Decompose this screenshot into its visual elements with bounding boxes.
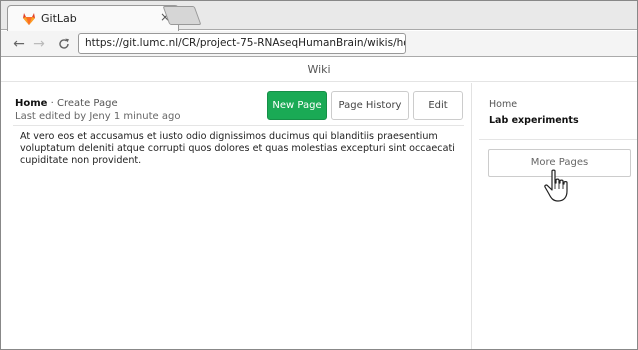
wiki-page-name: Home [15, 98, 48, 109]
sidebar-item-lab-experiments[interactable]: Lab experiments [489, 115, 579, 126]
hand-pointer-icon [544, 169, 568, 202]
create-page-link[interactable]: Create Page [57, 98, 118, 109]
heading-separator: · [47, 98, 57, 109]
tab-strip: GitLab × [1, 1, 637, 31]
url-input[interactable]: https://git.lumc.nl/CR/project-75-RNAseq… [78, 33, 406, 54]
new-page-button[interactable]: New Page [267, 91, 327, 120]
arrow-left-icon[interactable]: ← [11, 35, 27, 53]
tab-title: GitLab [41, 12, 77, 25]
wiki-sidebar: Home Lab experiments More Pages [473, 83, 637, 349]
wiki-main-content: Home · Create Page Last edited by Jeny 1… [1, 83, 472, 349]
new-tab-button[interactable] [162, 6, 202, 25]
reload-icon[interactable] [56, 36, 72, 52]
sidebar-item-home[interactable]: Home [489, 99, 517, 110]
content-divider [13, 125, 464, 126]
sidebar-divider [479, 139, 637, 140]
edit-button[interactable]: Edit [413, 91, 463, 120]
navigation-bar: ← → https://git.lumc.nl/CR/project-75-RN… [1, 31, 637, 57]
last-edited-text: Last edited by Jeny 1 minute ago [15, 111, 181, 122]
browser-tab[interactable]: GitLab × [7, 5, 179, 31]
browser-window: GitLab × ← → https://git.lumc.nl/CR/proj… [0, 0, 638, 350]
gitlab-logo-icon [23, 13, 35, 25]
page-history-button[interactable]: Page History [331, 91, 409, 120]
arrow-right-icon[interactable]: → [31, 35, 47, 53]
wiki-body-text: At vero eos et accusamus et iusto odio d… [20, 131, 455, 166]
wiki-page-heading: Home · Create Page [15, 98, 118, 109]
page-title: Wiki [1, 58, 637, 82]
